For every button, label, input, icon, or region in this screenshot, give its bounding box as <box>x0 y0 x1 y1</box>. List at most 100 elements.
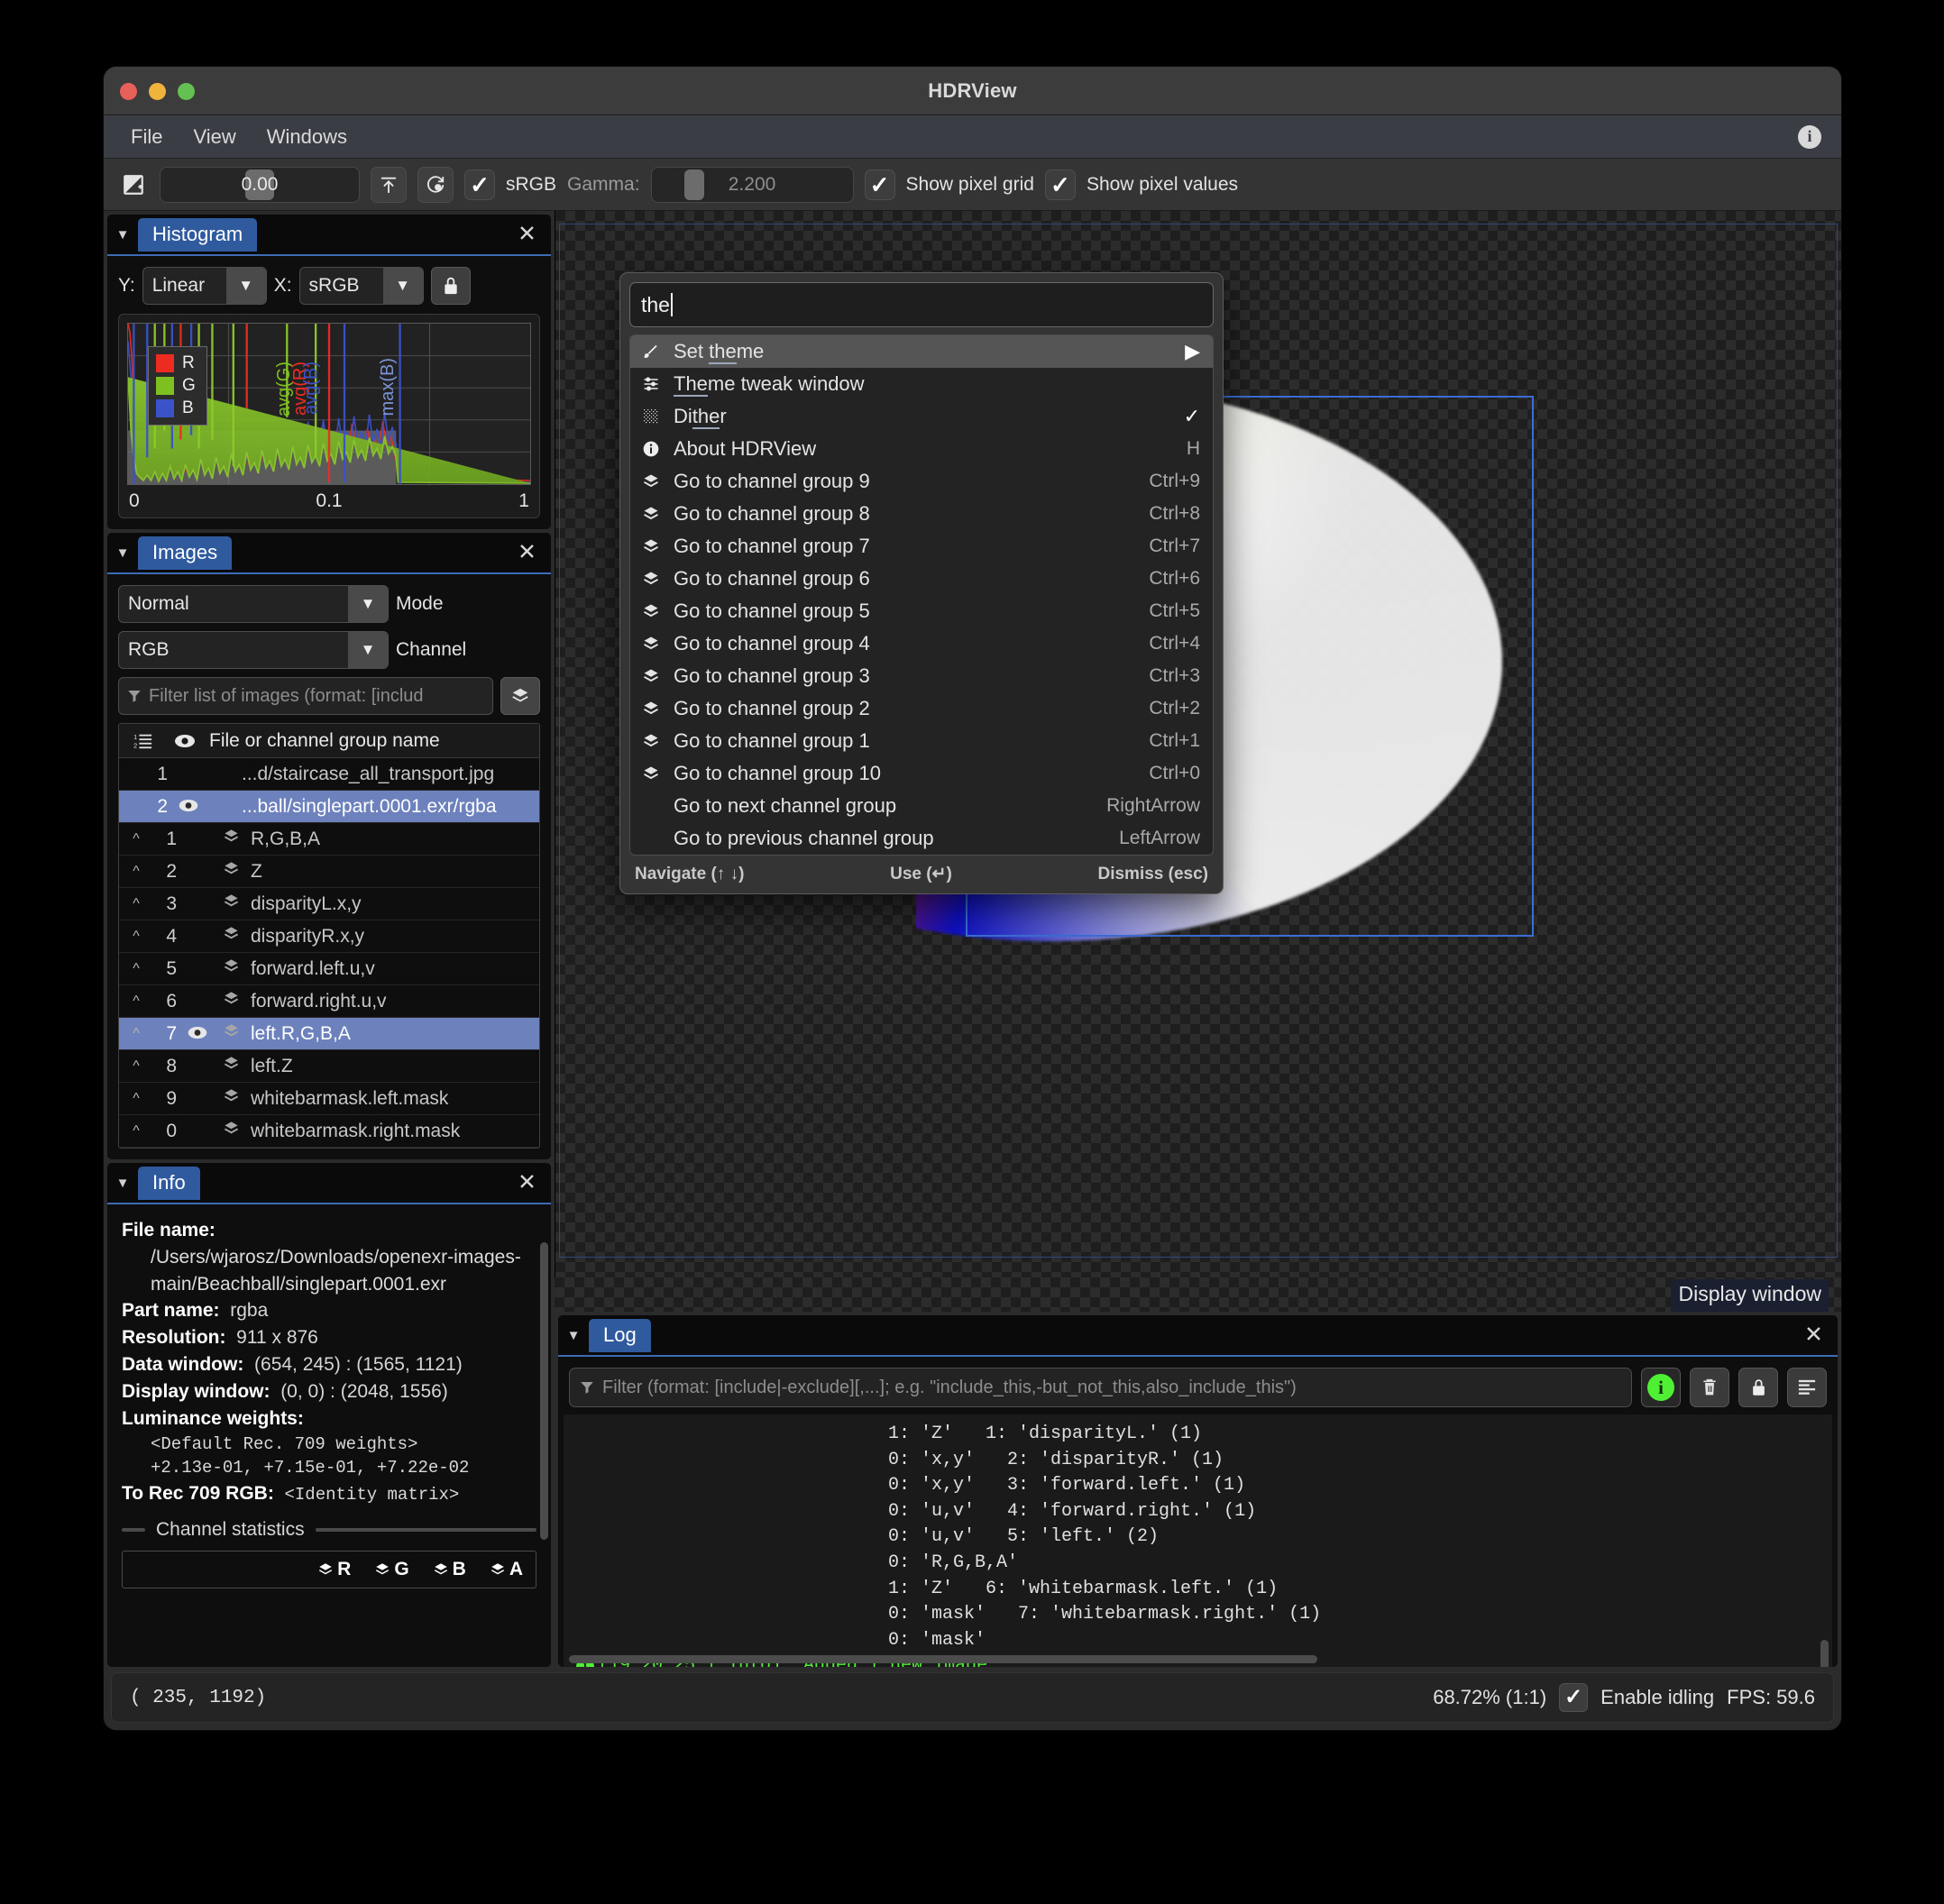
lock-icon[interactable] <box>1738 1368 1778 1407</box>
command-palette-item[interactable]: Go to previous channel groupLeftArrow <box>630 822 1213 855</box>
command-palette-item[interactable]: Go to channel group 8Ctrl+8 <box>630 498 1213 530</box>
exposure-slider[interactable]: 0.00 <box>160 167 360 203</box>
command-palette-input[interactable]: the <box>629 282 1214 327</box>
image-list-row[interactable]: ^2Z <box>119 856 539 888</box>
image-list-row[interactable]: ^4disparityR.x,y <box>119 920 539 953</box>
command-palette-item[interactable]: Go to channel group 1Ctrl+1 <box>630 725 1213 757</box>
channel-statistics-separator[interactable]: Channel statistics <box>122 1516 536 1543</box>
menu-file[interactable]: File <box>120 122 173 152</box>
lock-icon[interactable] <box>431 267 471 305</box>
histogram-plot[interactable]: R G B avg(G) avg(R) avg(B) max(B) <box>127 323 531 485</box>
image-list-row[interactable]: ^6forward.right.u,v <box>119 985 539 1018</box>
chevron-down-icon[interactable]: ▼ <box>383 268 423 304</box>
command-palette-item[interactable]: Go to channel group 3Ctrl+3 <box>630 660 1213 692</box>
tick-2: 1 <box>518 490 529 512</box>
close-window-button[interactable] <box>120 83 137 100</box>
images-list[interactable]: 12 File or channel group name 1...d/stai… <box>118 723 540 1149</box>
image-list-row[interactable]: ^5forward.left.u,v <box>119 953 539 985</box>
layers-icon <box>639 472 663 490</box>
visibility-eye-icon[interactable] <box>175 796 202 818</box>
enable-idling-checkbox[interactable]: ✓ <box>1559 1683 1588 1712</box>
command-palette-item[interactable]: Go to channel group 6Ctrl+6 <box>630 563 1213 595</box>
chevron-down-icon[interactable]: ▼ <box>348 632 388 668</box>
visibility-eye-icon[interactable] <box>184 1023 211 1045</box>
command-palette-item[interactable]: Go to channel group 7Ctrl+7 <box>630 530 1213 563</box>
image-list-row[interactable]: ^9whitebarmask.left.mask <box>119 1083 539 1115</box>
eye-icon <box>170 734 200 748</box>
channel-select[interactable]: RGB ▼ <box>118 631 389 669</box>
y-axis-select[interactable]: Linear ▼ <box>142 267 267 305</box>
collapse-caret-icon[interactable]: ▼ <box>558 1328 589 1343</box>
show-pixel-grid-checkbox[interactable]: ✓ <box>865 169 895 200</box>
command-palette-item[interactable]: About HDRViewH <box>630 433 1213 465</box>
log-vertical-scrollbar[interactable] <box>1820 1640 1829 1667</box>
log-tab[interactable]: Log <box>589 1319 651 1352</box>
close-icon[interactable]: ✕ <box>1804 1324 1823 1347</box>
normalize-exposure-icon[interactable] <box>371 167 407 203</box>
command-palette-item[interactable]: Go to channel group 10Ctrl+0 <box>630 757 1213 790</box>
srgb-checkbox[interactable]: ✓ <box>464 169 495 200</box>
show-pixel-values-checkbox[interactable]: ✓ <box>1045 169 1076 200</box>
maximize-window-button[interactable] <box>178 83 195 100</box>
images-filter-input[interactable]: Filter list of images (format: [includ <box>118 677 493 715</box>
info-level-icon[interactable]: i <box>1641 1368 1681 1407</box>
image-list-row[interactable]: ^3disparityL.x,y <box>119 888 539 920</box>
trash-icon[interactable] <box>1690 1368 1729 1407</box>
gamma-knob[interactable] <box>684 169 704 200</box>
command-palette-item[interactable]: Go to channel group 5Ctrl+5 <box>630 595 1213 627</box>
collapse-caret-icon[interactable]: ▼ <box>107 1176 138 1191</box>
close-icon[interactable]: ✕ <box>518 1172 536 1195</box>
close-icon[interactable]: ✕ <box>518 224 536 246</box>
info-icon[interactable]: i <box>1798 125 1821 149</box>
command-label: Go to previous channel group <box>674 827 1108 850</box>
menu-windows[interactable]: Windows <box>256 122 358 152</box>
mode-select[interactable]: Normal ▼ <box>118 585 389 623</box>
command-palette-item[interactable]: Go to next channel groupRightArrow <box>630 790 1213 822</box>
image-list-row[interactable]: ^7left.R,G,B,A <box>119 1018 539 1050</box>
image-list-row[interactable]: 1...d/staircase_all_transport.jpg <box>119 758 539 791</box>
menu-view[interactable]: View <box>182 122 246 152</box>
row-index: 6 <box>153 991 177 1012</box>
collapse-caret-icon[interactable]: ▼ <box>107 545 138 561</box>
command-palette-item[interactable]: Go to channel group 2Ctrl+2 <box>630 692 1213 725</box>
layers-icon[interactable] <box>500 677 540 715</box>
part-name-value: rgba <box>230 1300 268 1321</box>
histogram-tab[interactable]: Histogram <box>138 218 257 252</box>
exposure-icon[interactable] <box>118 169 149 200</box>
command-palette-item[interactable]: Theme tweak window <box>630 368 1213 400</box>
chevron-down-icon[interactable]: ▼ <box>348 586 388 622</box>
image-list-row[interactable]: 2...ball/singlepart.0001.exr/rgba <box>119 791 539 823</box>
shortcut-label: Ctrl+9 <box>1149 471 1200 492</box>
image-list-row[interactable]: ^0whitebarmask.right.mask <box>119 1115 539 1148</box>
command-palette[interactable]: the Set theme▶Theme tweak windowDither✓A… <box>619 272 1224 894</box>
command-palette-item[interactable]: Set theme▶ <box>630 335 1213 368</box>
chevron-down-icon[interactable]: ▼ <box>226 268 266 304</box>
close-icon[interactable]: ✕ <box>518 542 536 564</box>
collapse-caret-icon[interactable]: ▼ <box>107 227 138 243</box>
info-tab[interactable]: Info <box>138 1167 200 1200</box>
layers-icon <box>639 505 663 523</box>
image-list-row[interactable]: ^1R,G,B,A <box>119 823 539 856</box>
info-scrollbar[interactable] <box>540 1242 548 1540</box>
reset-tonemapping-icon[interactable] <box>417 167 454 203</box>
image-list-row[interactable]: ^8left.Z <box>119 1050 539 1083</box>
log-output[interactable]: 1: 'Z' 1: 'disparityL.' (1)0: 'x,y' 2: '… <box>564 1414 1832 1667</box>
layer-icon <box>218 892 243 915</box>
gamma-slider[interactable]: 2.200 <box>651 167 854 203</box>
row-index: 2 <box>126 796 168 818</box>
ordered-list-icon: 12 <box>126 732 160 750</box>
display-window-value: (0, 0) : (2048, 1556) <box>280 1381 448 1402</box>
command-palette-item[interactable]: Go to channel group 9Ctrl+9 <box>630 465 1213 498</box>
log-filter-input[interactable]: Filter (format: [include|-exclude][,...]… <box>569 1368 1632 1407</box>
title-bar: HDRView <box>104 67 1841 115</box>
histogram-body: Y: Linear ▼ X: sRGB ▼ <box>107 256 551 529</box>
log-horizontal-scrollbar[interactable] <box>569 1655 1317 1663</box>
row-label: forward.left.u,v <box>251 958 375 980</box>
log-line: 0: 'mask' <box>564 1628 1832 1654</box>
x-axis-select[interactable]: sRGB ▼ <box>299 267 424 305</box>
images-tab[interactable]: Images <box>138 536 232 570</box>
wrap-text-icon[interactable] <box>1787 1368 1827 1407</box>
command-palette-item[interactable]: Go to channel group 4Ctrl+4 <box>630 627 1213 660</box>
minimize-window-button[interactable] <box>149 83 166 100</box>
command-palette-item[interactable]: Dither✓ <box>630 400 1213 433</box>
